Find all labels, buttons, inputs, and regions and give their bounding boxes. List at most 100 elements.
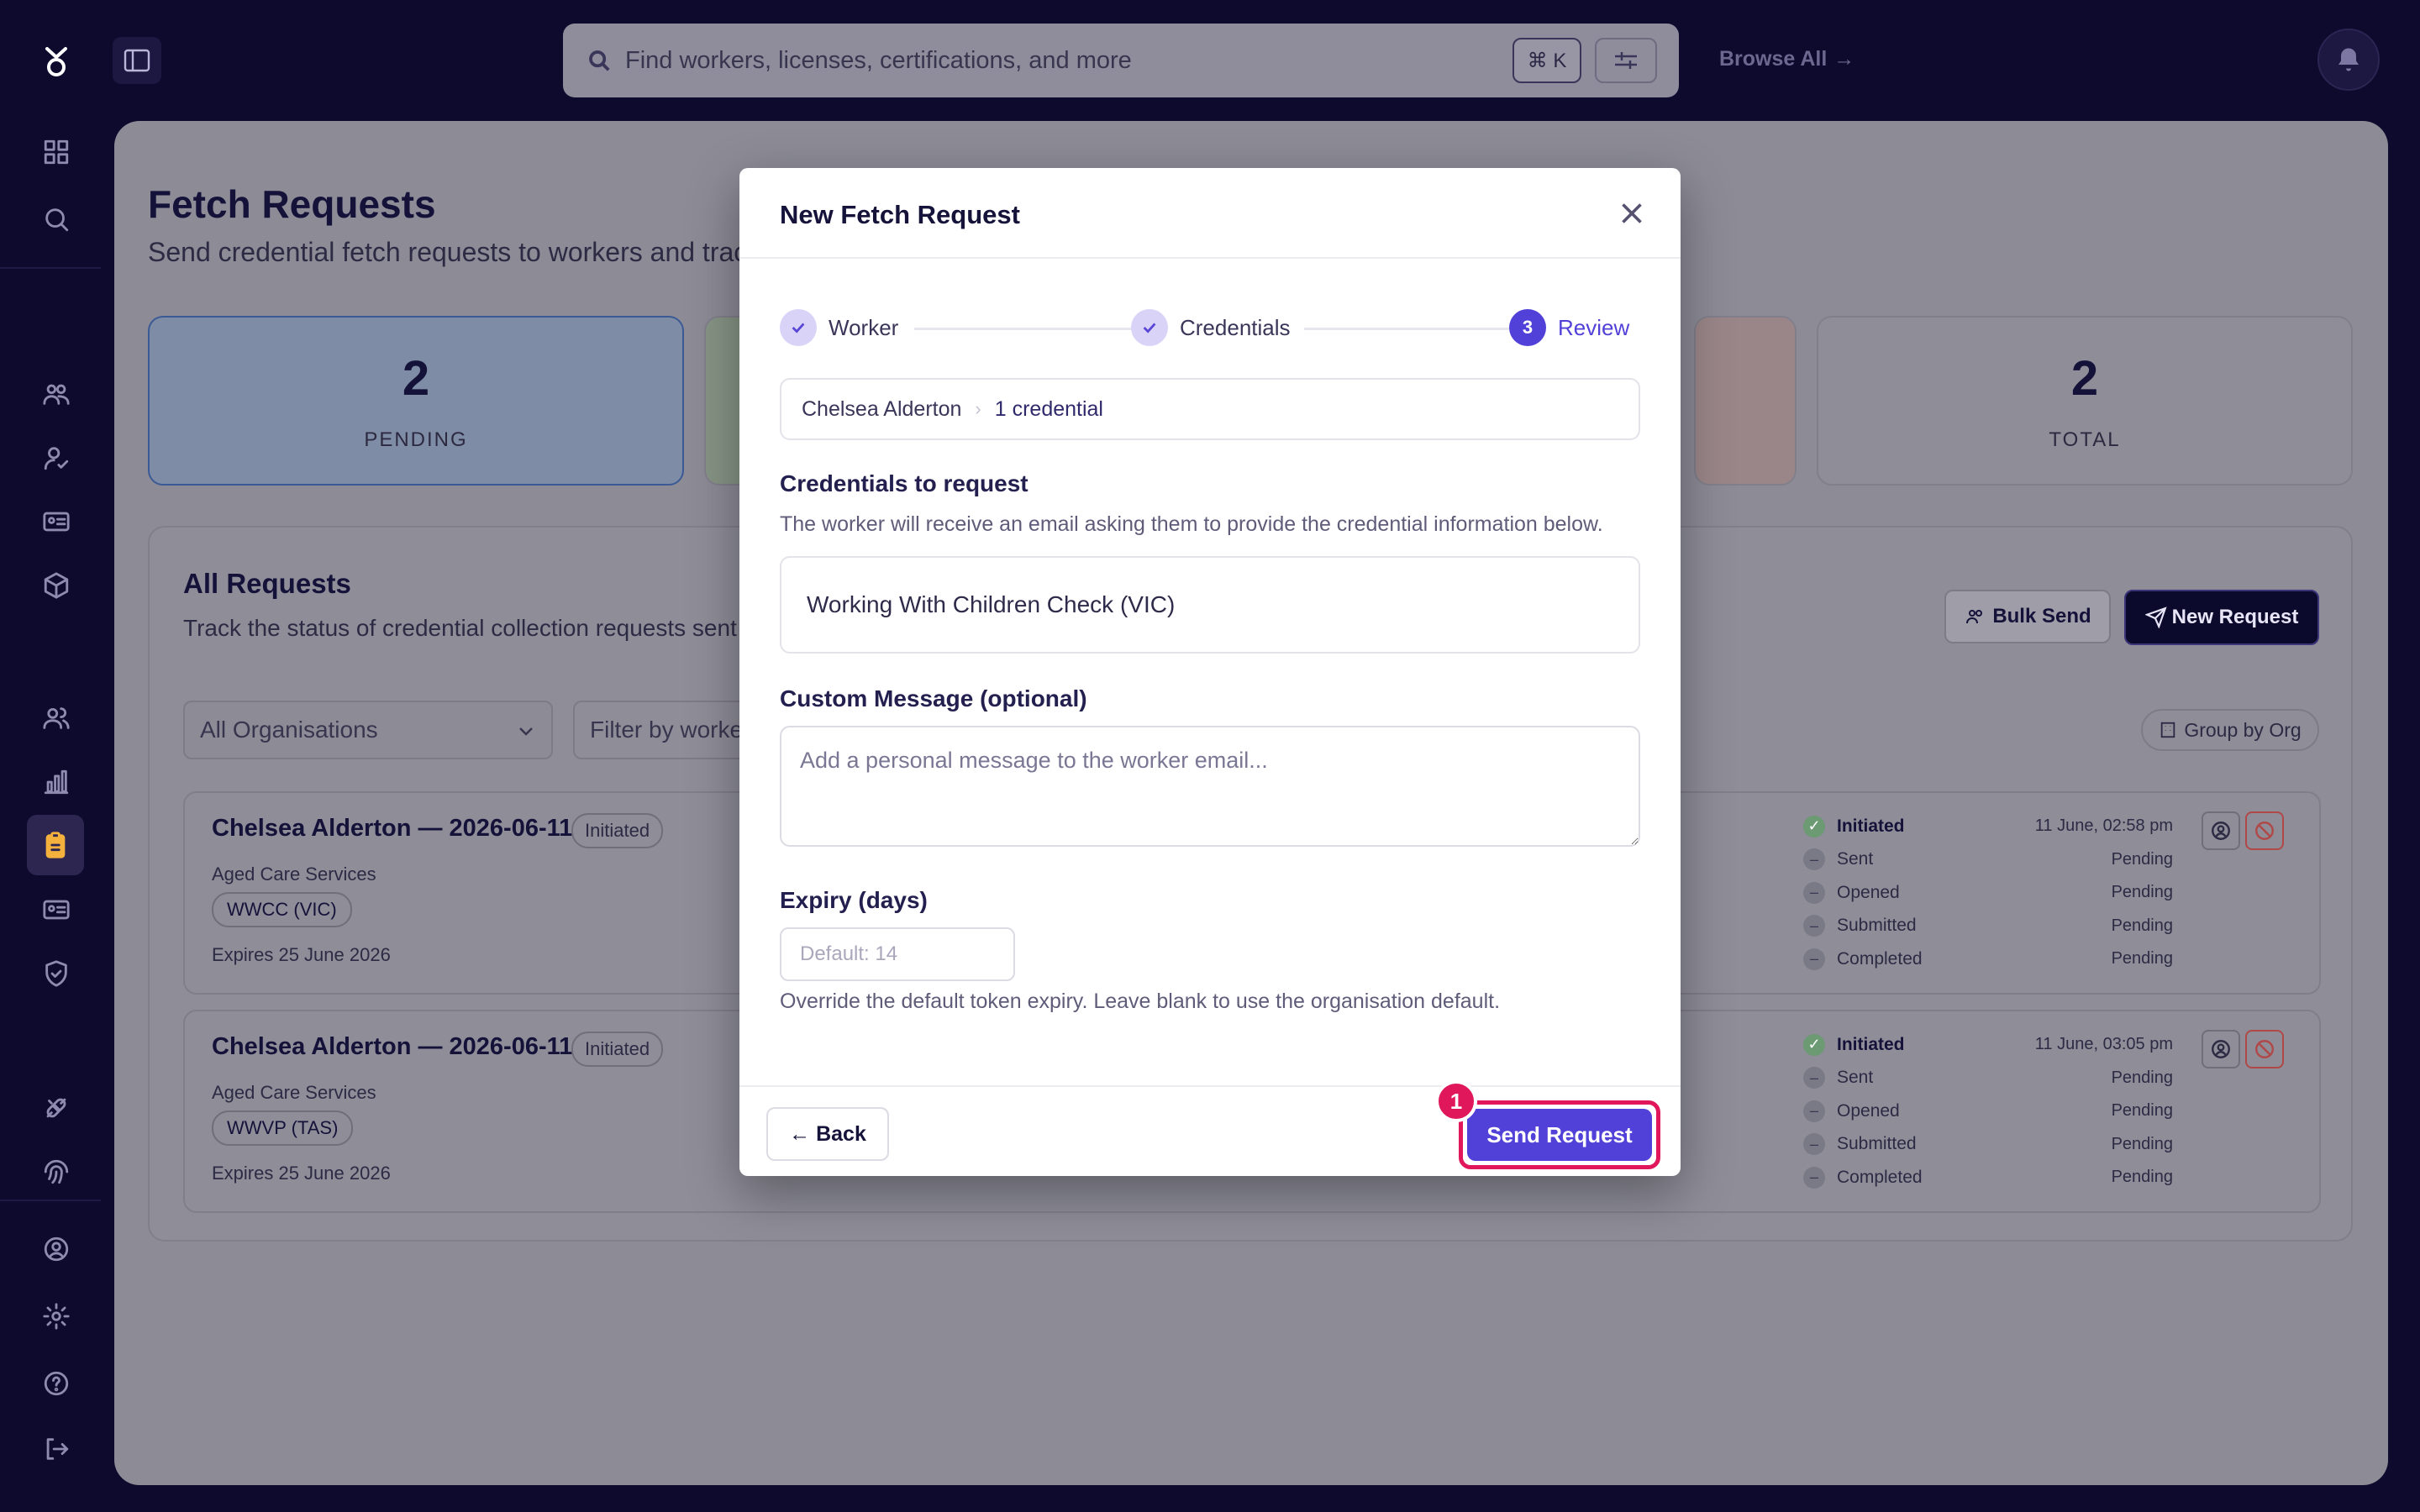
sidebar [0, 0, 113, 1512]
search-icon[interactable] [32, 195, 81, 244]
id-card-icon[interactable] [32, 497, 81, 546]
step-label: Credentials [1180, 314, 1291, 340]
toggle-sidebar-button[interactable] [113, 37, 161, 84]
search-filters-button[interactable] [1595, 38, 1657, 83]
back-button[interactable]: ← Back [766, 1107, 889, 1161]
request-organisation: Aged Care Services [212, 1082, 376, 1103]
pending-dash-icon: – [1803, 948, 1825, 970]
summary-worker: Chelsea Alderton [802, 396, 962, 421]
timeline-step-time: Pending [2111, 1101, 2173, 1121]
cancel-request-button[interactable] [2245, 1030, 2284, 1068]
group-by-org-button[interactable]: Group by Org [2141, 709, 2319, 751]
custom-message-label: Custom Message (optional) [780, 685, 1087, 711]
timeline-step: – Sent Pending [1803, 843, 2173, 877]
global-search[interactable]: Find workers, licenses, certifications, … [563, 24, 1679, 97]
logout-icon[interactable] [32, 1425, 81, 1473]
reports-icon[interactable] [32, 758, 81, 806]
ban-icon [2255, 822, 2274, 840]
summary-credential-count: 1 credential [994, 396, 1103, 421]
license-card-icon[interactable] [32, 885, 81, 934]
stat-card-total[interactable]: 2 TOTAL [1817, 316, 2353, 486]
app-logo-icon[interactable] [42, 45, 71, 79]
fetch-requests-clipboard-icon[interactable] [27, 815, 84, 875]
stat-card-partial[interactable] [1694, 316, 1797, 486]
workers-icon[interactable] [32, 370, 81, 418]
check-icon [1131, 309, 1168, 346]
timeline-step-time: Pending [2111, 849, 2173, 869]
search-input[interactable]: Find workers, licenses, certifications, … [625, 47, 1512, 75]
arrow-right-icon: → [1833, 47, 1855, 71]
timeline-step-label: Sent [1837, 1068, 1874, 1088]
check-icon: ✓ [1803, 815, 1825, 837]
timeline-step: – Sent Pending [1803, 1062, 2173, 1095]
step-credentials[interactable]: Credentials [1131, 309, 1291, 346]
status-timeline: ✓ Initiated 11 June, 02:58 pm – Sent Pending… [1803, 810, 2173, 976]
request-expiry: Expires 25 June 2026 [212, 944, 391, 965]
section-subtitle: Track the status of credential collectio… [183, 615, 750, 641]
timeline-step-label: Completed [1837, 1167, 1923, 1187]
timeline-step: – Submitted Pending [1803, 1128, 2173, 1162]
expiry-help-text: Override the default token expiry. Leave… [780, 990, 1501, 1013]
fingerprint-icon[interactable] [32, 1147, 81, 1196]
stat-card-pending[interactable]: 2 PENDING [148, 316, 684, 486]
credential-tag: WWCC (VIC) [212, 892, 352, 927]
timeline-step: – Completed Pending [1803, 1161, 2173, 1194]
building-icon [2161, 722, 2175, 738]
pending-dash-icon: – [1803, 1100, 1825, 1122]
user-check-icon[interactable] [32, 433, 81, 482]
team-icon[interactable] [32, 694, 81, 743]
request-summary: Chelsea Alderton › 1 credential [780, 378, 1640, 440]
chevron-right-icon: › [975, 398, 981, 419]
integrations-plug-icon[interactable] [32, 1084, 81, 1132]
dialog-header: New Fetch Request [739, 168, 1681, 259]
send-request-button[interactable]: Send Request [1467, 1109, 1652, 1161]
dashboard-icon[interactable] [32, 128, 81, 176]
settings-gear-icon[interactable] [32, 1292, 81, 1341]
bulk-send-button[interactable]: Bulk Send [1944, 590, 2111, 643]
view-worker-button[interactable] [2202, 811, 2240, 850]
pending-dash-icon: – [1803, 915, 1825, 937]
package-icon[interactable] [32, 561, 81, 610]
help-icon[interactable] [32, 1359, 81, 1408]
timeline-step: – Submitted Pending [1803, 910, 2173, 943]
browse-all-link[interactable]: Browse All → [1719, 47, 1854, 71]
pending-dash-icon: – [1803, 1166, 1825, 1189]
request-title: Chelsea Alderton — 2026-06-11 [212, 815, 573, 842]
timeline-step-label: Submitted [1837, 916, 1917, 936]
organisation-select[interactable]: All Organisations [183, 701, 553, 759]
timeline-step-time: Pending [2111, 1134, 2173, 1153]
send-icon [2144, 606, 2167, 628]
cancel-request-button[interactable] [2245, 811, 2284, 850]
step-label: Worker [829, 314, 899, 340]
close-icon [1622, 203, 1642, 223]
step-worker[interactable]: Worker [780, 309, 898, 346]
notifications-button[interactable] [2317, 29, 2380, 91]
users-icon [1966, 610, 1983, 624]
new-fetch-request-dialog: New Fetch Request Worker Credentials 3 R… [739, 168, 1681, 1176]
credentials-section-title: Credentials to request [780, 470, 1028, 496]
pending-dash-icon: – [1803, 848, 1825, 871]
page-subtitle: Send credential fetch requests to worker… [148, 237, 748, 267]
timeline-step: ✓ Initiated 11 June, 03:05 pm [1803, 1028, 2173, 1062]
timeline-step-label: Opened [1837, 882, 1900, 902]
pending-dash-icon: – [1803, 1067, 1825, 1089]
status-badge: Initiated [571, 1032, 664, 1067]
pending-dash-icon: – [1803, 1133, 1825, 1156]
timeline-step-time: 11 June, 03:05 pm [2034, 1035, 2173, 1054]
request-title: Chelsea Alderton — 2026-06-11 [212, 1033, 573, 1060]
step-review[interactable]: 3 Review [1509, 309, 1629, 346]
step-marker-badge: 1 [1435, 1080, 1477, 1122]
new-request-label: New Request [2171, 606, 2299, 628]
sidebar-divider [0, 1200, 101, 1201]
account-icon[interactable] [32, 1225, 81, 1273]
close-button[interactable] [1617, 198, 1647, 228]
timeline-step: – Opened Pending [1803, 1095, 2173, 1128]
custom-message-textarea[interactable] [780, 726, 1640, 847]
view-worker-button[interactable] [2202, 1030, 2240, 1068]
step-label: Review [1558, 314, 1630, 340]
new-request-button[interactable]: New Request [2124, 590, 2319, 645]
ban-icon [2255, 1040, 2274, 1058]
shield-check-icon[interactable] [32, 949, 81, 998]
page-title: Fetch Requests [148, 182, 436, 226]
expiry-days-input[interactable] [780, 927, 1015, 981]
